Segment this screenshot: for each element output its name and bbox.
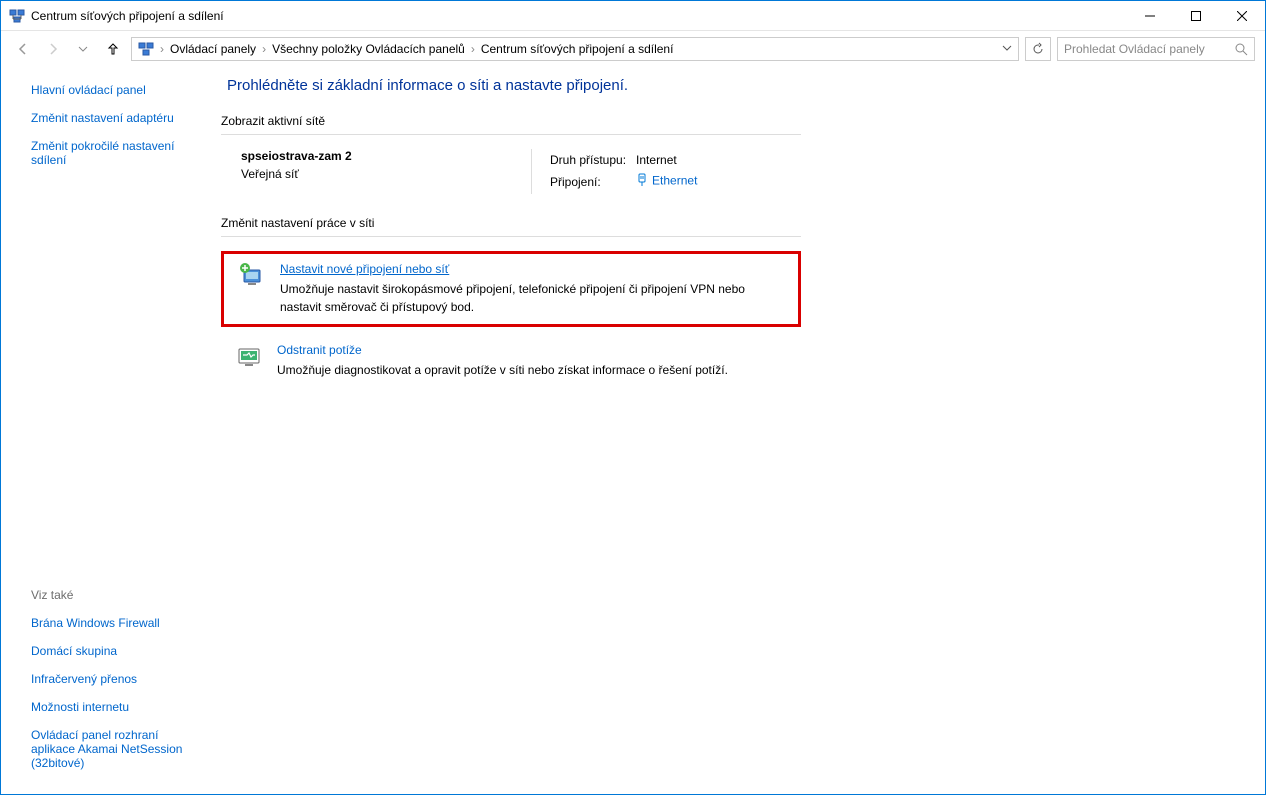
- sidebar: Hlavní ovládací panel Změnit nastavení a…: [1, 67, 211, 794]
- search-icon: [1234, 42, 1248, 56]
- minimize-button[interactable]: [1127, 1, 1173, 30]
- task-new-connection[interactable]: Nastavit nové připojení nebo síť Umožňuj…: [221, 251, 801, 327]
- divider: [221, 134, 801, 135]
- connection-label: Připojení:: [550, 171, 634, 192]
- see-also-link[interactable]: Infračervený přenos: [31, 672, 201, 686]
- sidebar-link-advanced[interactable]: Změnit pokročilé nastavení sdílení: [31, 139, 201, 167]
- chevron-right-icon: ›: [471, 42, 475, 56]
- maximize-button[interactable]: [1173, 1, 1219, 30]
- new-connection-icon: [238, 262, 266, 290]
- page-heading: Prohlédněte si základní informace o síti…: [227, 77, 1225, 94]
- access-value: Internet: [636, 151, 705, 169]
- sidebar-link-main[interactable]: Hlavní ovládací panel: [31, 83, 201, 97]
- task-description: Umožňuje nastavit širokopásmové připojen…: [280, 280, 784, 316]
- see-also-link[interactable]: Ovládací panel rozhraní aplikace Akamai …: [31, 728, 201, 770]
- window-title: Centrum síťových připojení a sdílení: [31, 9, 1127, 23]
- back-button[interactable]: [11, 37, 35, 61]
- chevron-right-icon: ›: [160, 42, 164, 56]
- recent-dropdown[interactable]: [71, 37, 95, 61]
- network-info: spseiostrava-zam 2 Veřejná síť Druh přís…: [221, 149, 801, 194]
- breadcrumb-item[interactable]: Ovládací panely: [170, 42, 256, 56]
- toolbar: › Ovládací panely › Všechny položky Ovlá…: [1, 31, 1265, 67]
- network-name: spseiostrava-zam 2: [241, 149, 531, 163]
- divider: [221, 236, 801, 237]
- refresh-button[interactable]: [1025, 37, 1051, 61]
- window-controls: [1127, 1, 1265, 30]
- search-placeholder: Prohledat Ovládací panely: [1064, 42, 1234, 56]
- close-button[interactable]: [1219, 1, 1265, 30]
- search-input[interactable]: Prohledat Ovládací panely: [1057, 37, 1255, 61]
- see-also-link[interactable]: Možnosti internetu: [31, 700, 201, 714]
- see-also-title: Viz také: [31, 588, 201, 602]
- active-networks-title: Zobrazit aktivní sítě: [221, 114, 801, 128]
- connection-link[interactable]: Ethernet: [652, 174, 697, 188]
- chevron-right-icon: ›: [262, 42, 266, 56]
- breadcrumb-item[interactable]: Všechny položky Ovládacích panelů: [272, 42, 465, 56]
- chevron-down-icon[interactable]: [1002, 42, 1012, 56]
- network-center-icon: [138, 41, 154, 57]
- ethernet-icon: [636, 173, 648, 190]
- network-center-icon: [9, 8, 25, 24]
- task-link[interactable]: Nastavit nové připojení nebo síť: [280, 262, 449, 276]
- see-also-link[interactable]: Domácí skupina: [31, 644, 201, 658]
- see-also-section: Viz také Brána Windows Firewall Domácí s…: [31, 588, 201, 784]
- change-settings-title: Změnit nastavení práce v síti: [221, 216, 801, 230]
- up-button[interactable]: [101, 37, 125, 61]
- sidebar-link-adapter[interactable]: Změnit nastavení adaptéru: [31, 111, 201, 125]
- task-description: Umožňuje diagnostikovat a opravit potíže…: [277, 361, 787, 379]
- vertical-divider: [531, 149, 532, 194]
- main-content: Prohlédněte si základní informace o síti…: [211, 67, 1265, 794]
- breadcrumb-item[interactable]: Centrum síťových připojení a sdílení: [481, 42, 674, 56]
- see-also-link[interactable]: Brána Windows Firewall: [31, 616, 201, 630]
- task-link[interactable]: Odstranit potíže: [277, 343, 362, 357]
- titlebar: Centrum síťových připojení a sdílení: [1, 1, 1265, 31]
- forward-button[interactable]: [41, 37, 65, 61]
- network-type: Veřejná síť: [241, 167, 531, 181]
- task-troubleshoot[interactable]: Odstranit potíže Umožňuje diagnostikovat…: [221, 335, 801, 387]
- address-bar[interactable]: › Ovládací panely › Všechny položky Ovlá…: [131, 37, 1019, 61]
- troubleshoot-icon: [235, 343, 263, 371]
- access-label: Druh přístupu:: [550, 151, 634, 169]
